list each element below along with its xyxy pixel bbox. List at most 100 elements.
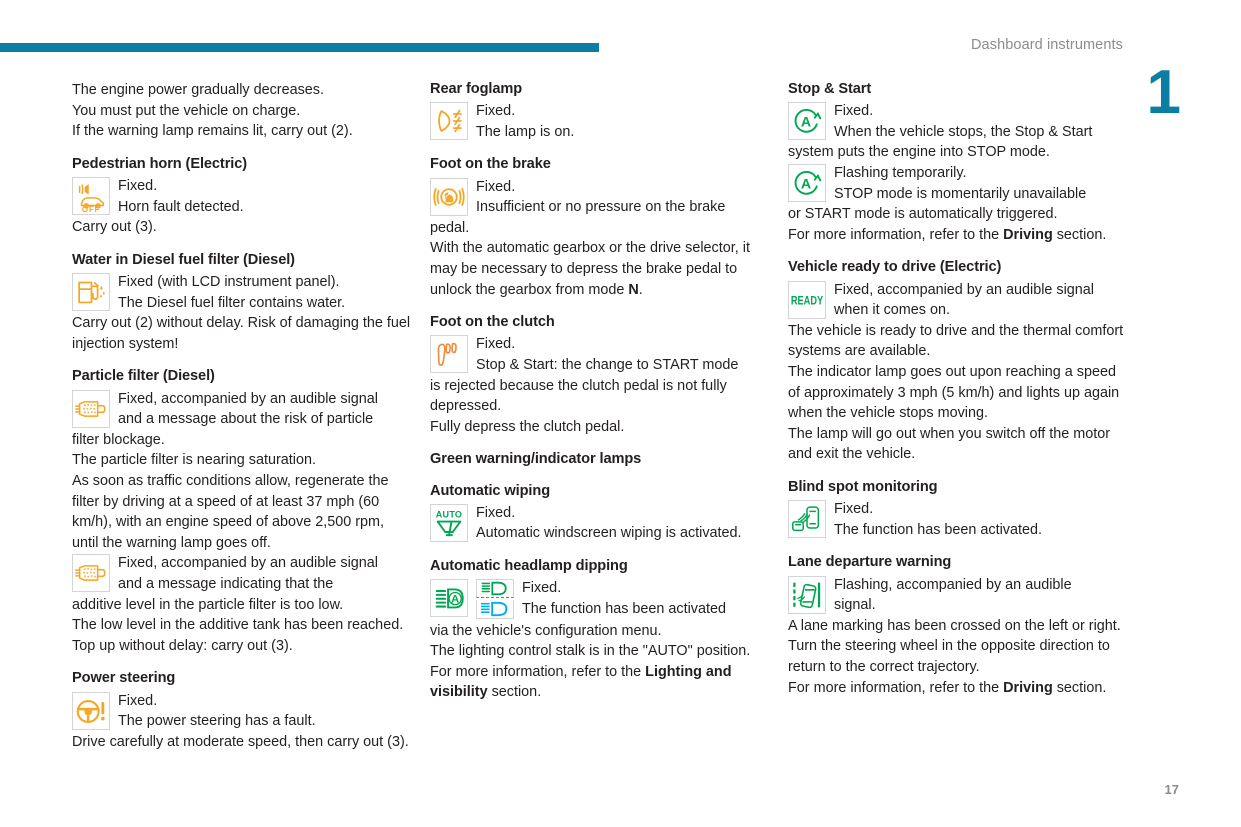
power-steering-icon [72, 691, 110, 730]
particle-filter-additive-followup: additive level in the particle filter is… [72, 596, 344, 613]
foot-on-clutch-action: Fully depress the clutch pedal. [430, 418, 625, 435]
page-header-title: Dashboard instruments [970, 37, 1123, 53]
icon-stop-start-fixed-line-1: Fixed. [834, 103, 874, 120]
stop-start-more-info: For more information, refer to the Drivi… [788, 226, 1107, 243]
icon-blind-spot-monitoring-frame [788, 500, 826, 539]
dipped-beam-blue-icon-frame [476, 599, 514, 621]
icon-automatic-wiping-block: AUTO Fixed. Automatic windscreen wiping is… [430, 503, 770, 544]
manual-page: Dashboard instruments 1 17 The engine po… [0, 0, 1241, 827]
heading-automatic-wiping: Automatic wiping [430, 482, 551, 499]
stacked-beam-icons [476, 579, 514, 620]
stop-start-a-icon: A [788, 102, 826, 141]
column-1: The engine power gradually decreases. You… [72, 80, 412, 752]
icon-water-in-diesel-fuel-filter-frame [72, 273, 110, 312]
icon-stop-start-flashing-line-2: STOP mode is momentarily unavailable [834, 185, 1087, 202]
main-beam-green-icon-frame [476, 579, 514, 600]
icon-automatic-wiping-line-1: Fixed. [476, 504, 516, 521]
lane-departure-icon [788, 575, 826, 614]
vehicle-ready-speed: The indicator lamp goes out upon reachin… [788, 364, 1120, 422]
heading-rear-foglamp: Rear foglamp [430, 81, 523, 97]
particle-filter-saturation: The particle filter is nearing saturatio… [72, 452, 316, 469]
icon-particle-filter-blockage-frame [72, 389, 110, 428]
icon-rear-foglamp-block: Fixed. The lamp is on. [430, 101, 770, 142]
heading-pedestrian-horn: Pedestrian horn (Electric) [72, 155, 248, 172]
icon-particle-filter-additive-line-2: and a message indicating that the [118, 575, 334, 592]
icon-blind-spot-monitoring-line-1: Fixed. [834, 501, 874, 518]
heading-foot-on-the-clutch: Foot on the clutch [430, 314, 555, 331]
icon-foot-on-the-clutch-line-1: Fixed. [476, 336, 516, 353]
svg-text:AUTO: AUTO [436, 509, 462, 519]
foot-on-brake-followup: pedal. [430, 219, 470, 236]
blind-spot-icon [788, 500, 826, 539]
icon-particle-filter-blockage-block: Fixed, accompanied by an audible signal a… [72, 389, 412, 430]
icon-particle-filter-additive-block: Fixed, accompanied by an audible signal a… [72, 553, 412, 594]
additive-tank-low: The low level in the additive tank has b… [72, 617, 404, 634]
stop-start-flashing-followup: or START mode is automatically triggered… [788, 206, 1058, 223]
icon-foot-on-the-brake-frame [430, 177, 468, 216]
icon-stop-start-fixed-block: A Fixed. When the vehicle stops, the Stop … [788, 101, 1128, 142]
icon-automatic-headlamp-dipping-frames: A [430, 579, 514, 620]
icon-foot-on-the-clutch-frame [430, 335, 468, 374]
power-steering-followup: Drive carefully at moderate speed, then … [72, 733, 409, 750]
foot-on-clutch-icon [430, 335, 468, 374]
additive-top-up: Top up without delay: carry out (3). [72, 637, 293, 654]
automatic-wiping-icon: AUTO [430, 503, 468, 542]
foot-on-clutch-followup: is rejected because the clutch pedal is … [430, 377, 727, 415]
icon-lane-departure-warning-line-2: signal. [834, 597, 876, 614]
icon-vehicle-ready-frame: READY [788, 280, 826, 319]
icon-particle-filter-additive-line-1: Fixed, accompanied by an audible signal [118, 555, 378, 572]
icon-lane-departure-warning-line-1: Flashing, accompanied by an audible [834, 576, 1072, 593]
ready-icon: READY [788, 280, 826, 319]
icon-pedestrian-horn-block: OFF Fixed. Horn fault detected. [72, 176, 412, 217]
icon-lane-departure-warning-block: Flashing, accompanied by an audible signa… [788, 575, 1128, 616]
icon-vehicle-ready-block: READY Fixed, accompanied by an audible si… [788, 280, 1128, 321]
heading-water-in-diesel-fuel-filter: Water in Diesel fuel filter (Diesel) [72, 251, 295, 268]
icon-pedestrian-horn-frame: OFF [72, 177, 110, 216]
engine-power-line-3: If the warning lamp remains lit, carry o… [72, 123, 353, 140]
main-beam-green-icon [476, 579, 514, 599]
particle-filter-blockage-followup: filter blockage. [72, 431, 165, 448]
icon-blind-spot-monitoring-line-2: The function has been activated. [834, 521, 1043, 538]
stop-start-a-icon: A [788, 164, 826, 203]
particle-filter-regeneration: As soon as traffic conditions allow, reg… [72, 473, 389, 551]
icon-power-steering-block: Fixed. The power steering has a fault. [72, 691, 412, 732]
icon-foot-on-the-brake-line-2: Insufficient or no pressure on the brake [476, 199, 726, 216]
icon-foot-on-the-clutch-block: Fixed. Stop & Start: the change to START … [430, 334, 770, 375]
icon-stop-start-fixed-line-2: When the vehicle stops, the Stop & Start [834, 123, 1093, 140]
icon-water-in-diesel-fuel-filter-block: Fixed (with LCD instrument panel). The Di… [72, 272, 412, 313]
auto-headlamp-followup: via the vehicle's configuration menu. [430, 622, 662, 639]
icon-water-in-diesel-fuel-filter-line-1: Fixed (with LCD instrument panel). [118, 274, 340, 291]
foot-on-brake-icon [430, 177, 468, 216]
icon-lane-departure-warning-frame [788, 575, 826, 614]
page-number: 17 [1164, 782, 1179, 797]
icon-particle-filter-blockage-line-2: and a message about the risk of particle [118, 411, 374, 428]
auto-headlamp-a-icon-frame: A [430, 579, 468, 618]
dipped-beam-blue-icon [476, 599, 514, 619]
icon-vehicle-ready-line-2: when it comes on. [834, 302, 950, 319]
icon-rear-foglamp-line-1: Fixed. [476, 103, 516, 120]
heading-green-warning-lamps: Green warning/indicator lamps [430, 451, 642, 468]
icon-blind-spot-monitoring-block: Fixed. The function has been activated. [788, 499, 1128, 540]
icon-power-steering-line-2: The power steering has a fault. [118, 713, 316, 730]
stop-start-fixed-followup: system puts the engine into STOP mode. [788, 144, 1050, 161]
svg-text:A: A [801, 177, 811, 193]
icon-pedestrian-horn-line-1: Fixed. [118, 178, 158, 195]
lane-departure-crossed: A lane marking has been crossed on the l… [788, 617, 1121, 634]
heading-power-steering: Power steering [72, 670, 176, 687]
header-accent-rule [0, 43, 599, 52]
icon-particle-filter-blockage-line-1: Fixed, accompanied by an audible signal [118, 390, 378, 407]
lane-departure-more-info: For more information, refer to the Drivi… [788, 679, 1107, 696]
icon-power-steering-line-1: Fixed. [118, 692, 158, 709]
icon-stop-start-flashing-frame: A [788, 164, 826, 203]
svg-text:OFF: OFF [82, 205, 100, 214]
auto-headlamp-stalk: The lighting control stalk is in the "AU… [430, 643, 751, 660]
heading-lane-departure-warning: Lane departure warning [788, 554, 952, 571]
icon-pedestrian-horn-line-2: Horn fault detected. [118, 198, 244, 215]
icon-foot-on-the-clutch-line-2: Stop & Start: the change to START mode [476, 357, 739, 374]
content-columns: The engine power gradually decreases. You… [72, 80, 1172, 752]
icon-stop-start-flashing-line-1: Flashing temporarily. [834, 165, 967, 182]
icon-automatic-wiping-frame: AUTO [430, 503, 468, 542]
pedestrian-horn-followup: Carry out (3). [72, 219, 157, 236]
icon-stop-start-flashing-block: A Flashing temporarily. STOP mode is momen… [788, 163, 1128, 204]
heading-automatic-headlamp-dipping: Automatic headlamp dipping [430, 558, 628, 575]
